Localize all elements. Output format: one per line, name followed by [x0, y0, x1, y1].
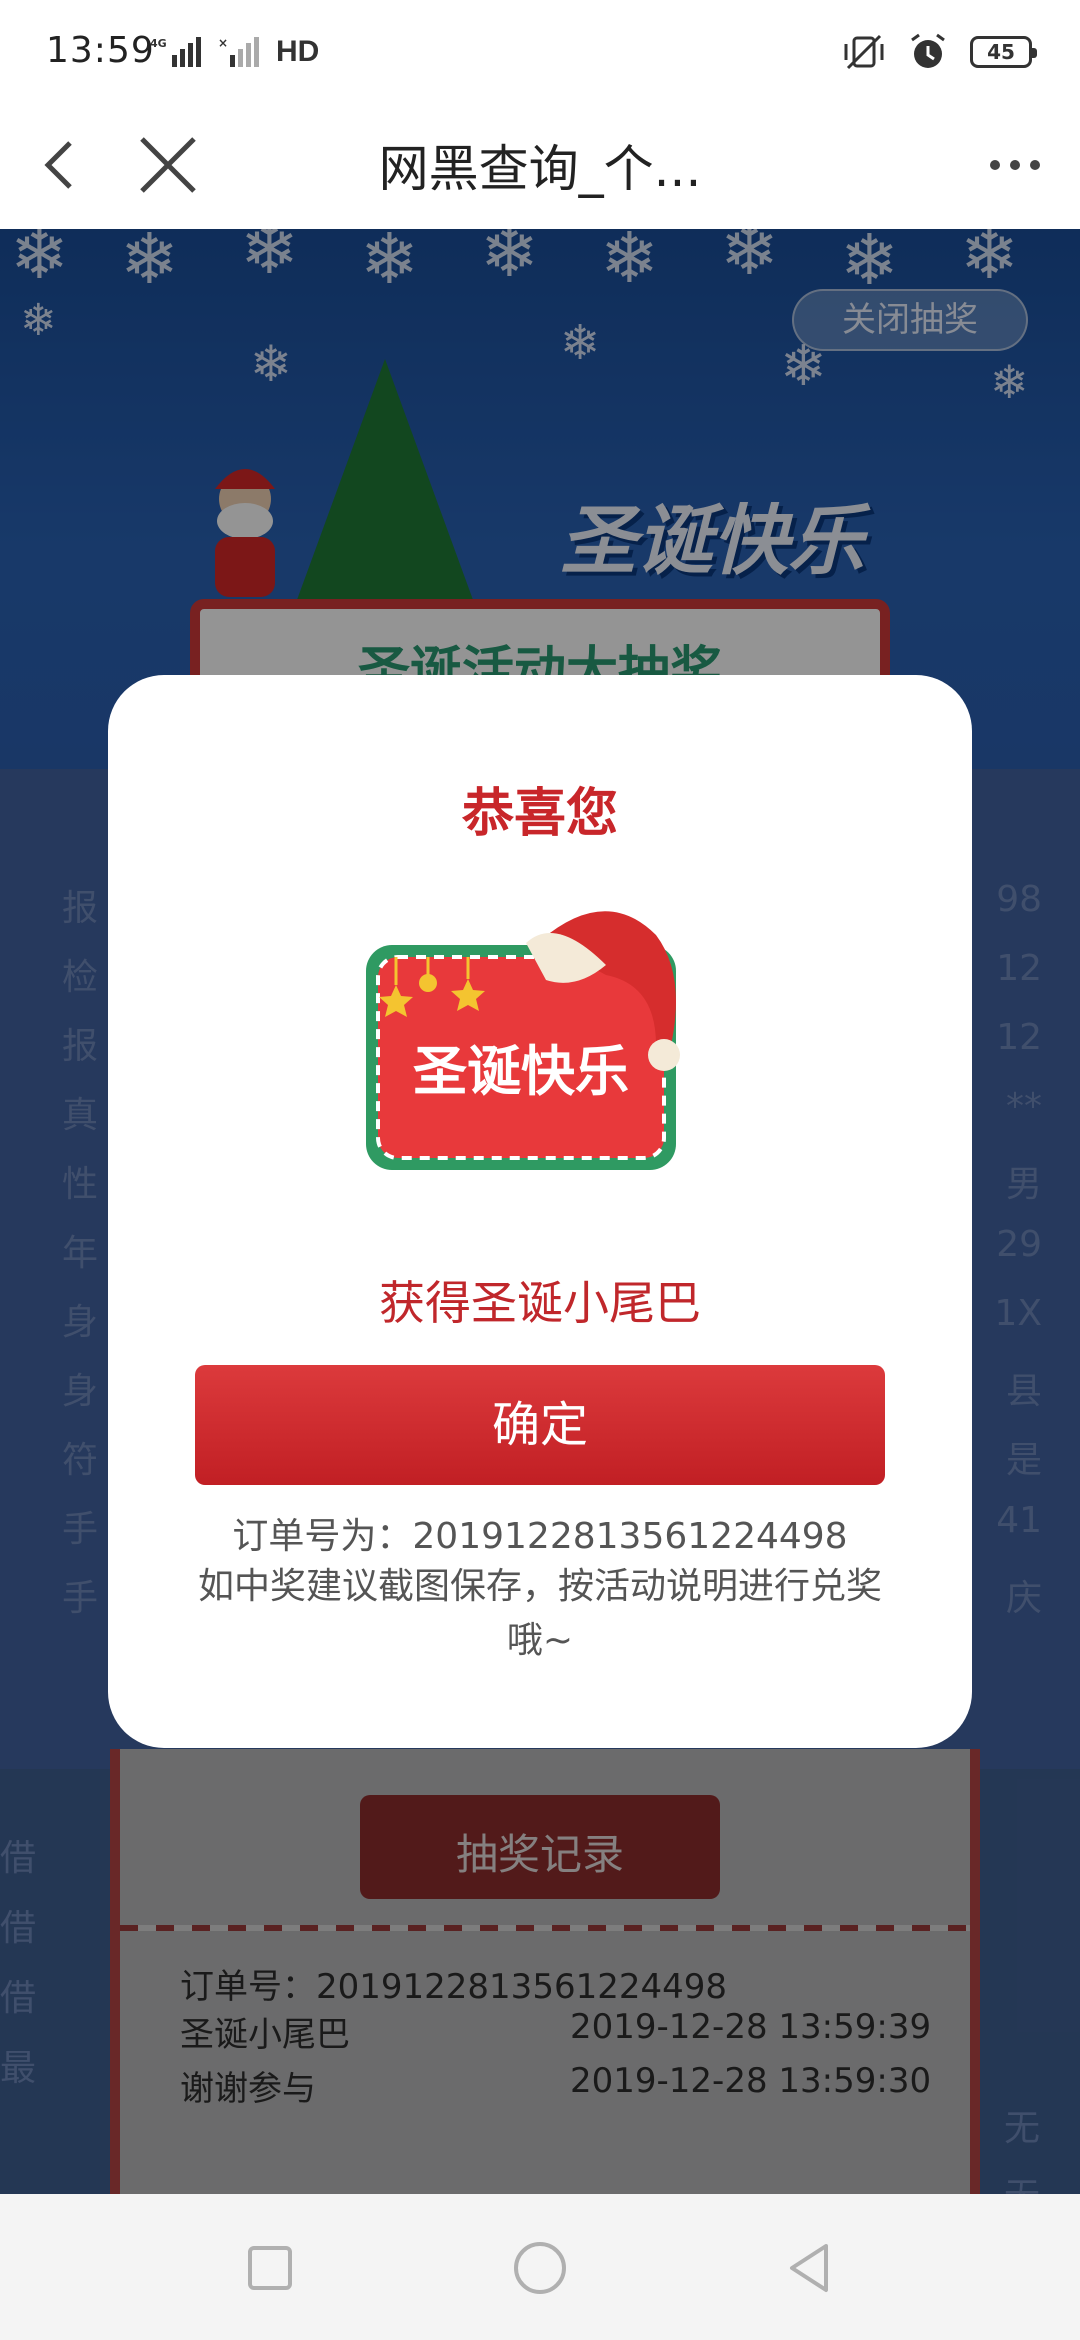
- hd-label: HD: [276, 35, 320, 68]
- back-icon[interactable]: [26, 125, 106, 205]
- christmas-badge-image: 圣诞快乐: [366, 911, 680, 1170]
- network-indicator: 4G × HD: [150, 34, 319, 70]
- screenshot-tip: 如中奖建议截图保存，按活动说明进行兑奖哦~: [197, 1566, 882, 1661]
- status-time: 13:59: [46, 30, 155, 71]
- confirm-button[interactable]: 确定: [195, 1365, 885, 1485]
- recent-apps-icon[interactable]: [238, 2236, 302, 2300]
- prize-dialog: 恭喜您 圣诞快乐 获得圣诞小尾巴 确定 订单号为：201912281356122…: [108, 675, 972, 1748]
- system-nav-bar: [0, 2194, 1080, 2340]
- close-icon[interactable]: [128, 125, 208, 205]
- signal-4g-icon: 4G: [150, 37, 201, 67]
- alarm-icon: [911, 33, 945, 68]
- status-icons: 45: [842, 30, 1037, 74]
- prize-message: 获得圣诞小尾巴: [379, 1276, 701, 1330]
- signal-no-sim-icon: ×: [218, 36, 259, 67]
- svg-text:4G: 4G: [150, 37, 167, 50]
- more-icon[interactable]: [970, 125, 1060, 205]
- svg-text:×: ×: [218, 36, 228, 50]
- home-icon[interactable]: [508, 2236, 572, 2300]
- dialog-title: 恭喜您: [461, 784, 618, 844]
- page-title: 网黑查询_个...: [378, 140, 702, 198]
- browser-nav-bar: 网黑查询_个...: [0, 105, 1080, 229]
- back-nav-icon[interactable]: [778, 2236, 842, 2300]
- status-bar: 13:59 4G × HD 45: [0, 0, 1080, 105]
- badge-text: 圣诞快乐: [413, 1040, 629, 1103]
- order-number: 订单号为：2019122813561224498: [232, 1516, 848, 1557]
- vibrate-mute-icon: [844, 34, 884, 70]
- battery-icon: 45: [970, 36, 1037, 68]
